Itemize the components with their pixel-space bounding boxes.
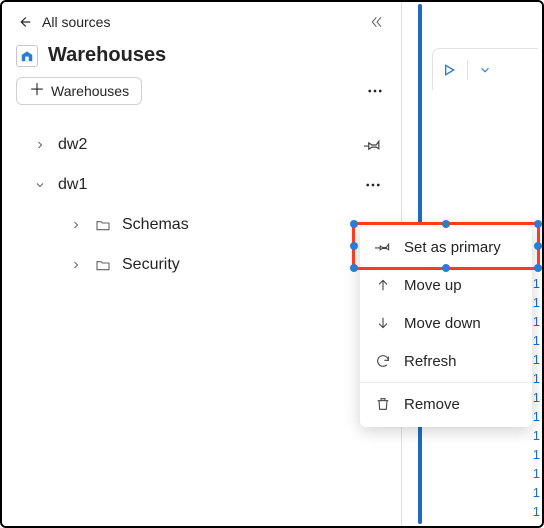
menu-item-remove[interactable]: Remove (360, 385, 532, 423)
chevron-right-icon[interactable] (32, 137, 48, 153)
run-icon[interactable] (441, 62, 457, 78)
tree-item-schemas[interactable]: Schemas (16, 205, 387, 245)
menu-label: Remove (404, 396, 460, 413)
filter-more-icon[interactable] (363, 79, 387, 103)
tree-label: Schemas (122, 216, 189, 234)
pin-icon[interactable] (359, 131, 387, 159)
back-arrow-icon[interactable] (16, 13, 34, 31)
plus-icon: ＋ (29, 83, 45, 99)
breadcrumb-label[interactable]: All sources (42, 14, 110, 30)
chevron-down-icon[interactable] (32, 177, 48, 193)
sidebar: All sources Warehouses ＋ Warehouses (2, 2, 402, 526)
divider (467, 60, 468, 80)
tree-label: dw1 (58, 176, 87, 194)
context-menu: Set as primary Move up Move down Refresh… (360, 224, 532, 427)
more-icon[interactable] (359, 171, 387, 199)
menu-item-move-down[interactable]: Move down (360, 304, 532, 342)
chevron-down-icon[interactable] (478, 63, 492, 77)
menu-label: Move up (404, 277, 462, 294)
folder-icon (94, 256, 112, 274)
chip-label: Warehouses (51, 83, 129, 99)
menu-item-refresh[interactable]: Refresh (360, 342, 532, 380)
tree-label: Security (122, 256, 180, 274)
chevron-right-icon[interactable] (68, 257, 84, 273)
collapse-panel-icon[interactable] (367, 12, 387, 32)
folder-icon (94, 216, 112, 234)
menu-label: Refresh (404, 353, 457, 370)
tree-label: dw2 (58, 136, 87, 154)
pin-icon (374, 238, 392, 256)
trash-icon (374, 395, 392, 413)
filter-row: ＋ Warehouses (2, 77, 401, 119)
menu-separator (360, 382, 532, 383)
menu-item-move-up[interactable]: Move up (360, 266, 532, 304)
toolbar (432, 48, 538, 90)
title-row: Warehouses (2, 38, 401, 77)
sidebar-header: All sources (2, 2, 401, 38)
refresh-icon (374, 352, 392, 370)
tree-item-dw2[interactable]: dw2 (16, 125, 387, 165)
tree-item-dw1[interactable]: dw1 (16, 165, 387, 205)
menu-item-set-primary[interactable]: Set as primary (360, 228, 532, 266)
arrow-down-icon (374, 314, 392, 332)
warehouse-icon (16, 45, 38, 67)
page-title: Warehouses (48, 44, 166, 67)
tree: dw2 dw1 (2, 119, 401, 291)
add-warehouse-chip[interactable]: ＋ Warehouses (16, 77, 142, 105)
chevron-right-icon[interactable] (68, 217, 84, 233)
tree-item-security[interactable]: Security (16, 245, 387, 285)
menu-label: Set as primary (404, 239, 501, 256)
menu-label: Move down (404, 315, 481, 332)
line-numbers: 1 1 1 1 1 1 1 1 1 1 1 1 1 (533, 274, 540, 521)
arrow-up-icon (374, 276, 392, 294)
